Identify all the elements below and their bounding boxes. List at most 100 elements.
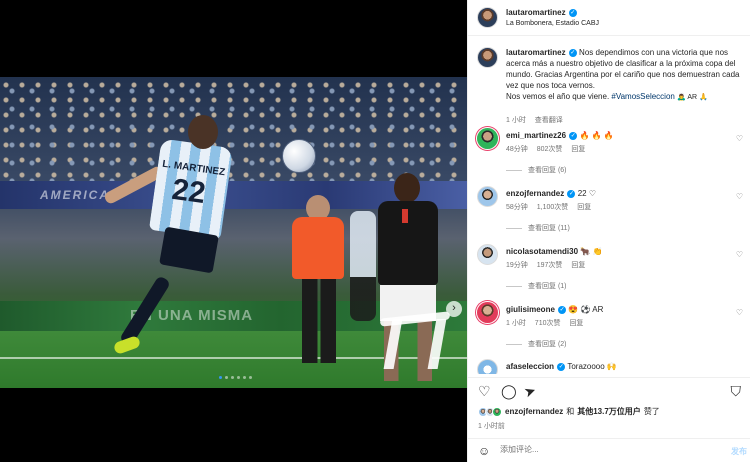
view-replies[interactable]: 查看回复 (2) (506, 339, 567, 349)
reply-button[interactable]: 回复 (571, 262, 585, 269)
comment-meta: 48分钟 802次赞 回复 (506, 144, 592, 154)
comment-text: 🔥 🔥 🔥 (579, 131, 614, 140)
post-sidebar: lautaromartinez ✓ La Bombonera, Estadio … (467, 0, 750, 462)
verified-badge-icon: ✓ (558, 305, 567, 314)
comment-meta: 1 小时 710次赞 回复 (506, 318, 590, 328)
caption-hashtag[interactable]: #VamosSeleccion (611, 92, 674, 101)
save-bookmark-icon[interactable]: ⛉ (731, 384, 742, 398)
post-comment-button[interactable]: 发布 (731, 446, 747, 457)
replies-divider (506, 169, 522, 171)
caption-avatar[interactable] (477, 47, 498, 68)
view-replies-label[interactable]: 查看回复 (11) (528, 223, 570, 233)
referee (284, 195, 354, 365)
player-shorts (159, 226, 219, 274)
caption-time: 1 小时 (506, 117, 526, 124)
player-head (188, 115, 218, 149)
peru-player-head (394, 173, 420, 203)
comment-time: 58分钟 (506, 204, 528, 211)
comment-avatar[interactable] (477, 244, 498, 265)
carousel-dot[interactable] (231, 376, 234, 379)
referee-legs (302, 279, 336, 363)
author-username[interactable]: lautaromartinez (506, 8, 566, 17)
liker-username[interactable]: enzojfernandez (505, 407, 563, 416)
media-pane: AMERICAS EN UNA MISMA L. MARTINEZ 22 › (0, 0, 467, 462)
comment-meta: 19分钟 197次赞 回复 (506, 260, 592, 270)
carousel-dot[interactable] (225, 376, 228, 379)
author-avatar[interactable] (477, 7, 498, 28)
view-replies-label[interactable]: 查看回复 (6) (528, 165, 567, 175)
watermark-logo (379, 311, 451, 371)
emoji-picker-icon[interactable]: ☺ (478, 444, 490, 458)
carousel-dot[interactable] (219, 376, 222, 379)
caption-text-block: lautaromartinez ✓ Nos dependimos con una… (506, 47, 742, 103)
view-replies[interactable]: 查看回复 (11) (506, 223, 570, 233)
comment-time: 48分钟 (506, 146, 528, 153)
reply-button[interactable]: 回复 (577, 204, 591, 211)
caption-username[interactable]: lautaromartinez (506, 48, 566, 57)
comment-input[interactable] (500, 445, 720, 454)
comment-like-heart-icon[interactable]: ♡ (736, 308, 743, 317)
carousel-dot[interactable] (237, 376, 240, 379)
comment-username[interactable]: nicolasotamendi30 (506, 247, 578, 256)
liker-avatar (492, 406, 502, 417)
comment-text-block: afaseleccion ✓ Torazoooo 🙌 (506, 361, 617, 372)
add-comment-bar: ☺ 发布 (468, 438, 750, 462)
watermark-v (383, 319, 447, 369)
reply-button[interactable]: 回复 (569, 320, 583, 327)
comment-avatar[interactable] (477, 302, 498, 323)
player-leg (118, 275, 172, 347)
comment-bubble-icon[interactable]: ◯ (501, 384, 517, 398)
comment-avatar[interactable] (477, 186, 498, 207)
replies-divider (506, 285, 522, 287)
comment-avatar[interactable] (477, 128, 498, 149)
comment-likes[interactable]: 802次赞 (537, 146, 563, 153)
comment-like-heart-icon[interactable]: ♡ (736, 134, 743, 143)
verified-badge-icon: ✓ (568, 48, 577, 57)
verified-badge-icon: ✓ (567, 189, 576, 198)
comment-row: emi_martinez26 ✓ 🔥 🔥 🔥 48分钟 802次赞 回复 查看回… (468, 126, 750, 182)
likes-summary[interactable]: enzojfernandez 和其他13.7万位用户 赞了 (478, 406, 660, 417)
view-replies-label[interactable]: 查看回复 (1) (528, 281, 567, 291)
comment-meta: 58分钟 1,100次赞 回复 (506, 202, 598, 212)
soccer-ball (282, 139, 316, 173)
comment-username[interactable]: emi_martinez26 (506, 131, 566, 140)
post-location[interactable]: La Bombonera, Estadio CABJ (506, 20, 599, 27)
instagram-post-page: AMERICAS EN UNA MISMA L. MARTINEZ 22 › l… (0, 0, 750, 462)
caption-row: lautaromartinez ✓ Nos dependimos con una… (468, 45, 750, 125)
next-image-button[interactable]: › (446, 301, 462, 317)
view-replies[interactable]: 查看回复 (6) (506, 165, 567, 175)
reply-button[interactable]: 回复 (571, 146, 585, 153)
comment-likes[interactable]: 1,100次赞 (537, 204, 569, 211)
post-photo[interactable]: AMERICAS EN UNA MISMA L. MARTINEZ 22 › (0, 77, 467, 388)
comments-area[interactable]: lautaromartinez ✓ Nos dependimos con una… (468, 37, 750, 374)
caption-line2: Nos vemos el año que viene. (506, 92, 610, 101)
view-replies[interactable]: 查看回复 (1) (506, 281, 567, 291)
likes-others[interactable]: 其他13.7万位用户 (577, 406, 641, 417)
comment-text-block: enzojfernandez ✓ 22 ♡ (506, 188, 596, 199)
verified-badge-icon: ✓ (557, 362, 566, 371)
like-heart-icon[interactable]: ♡ (478, 384, 491, 398)
see-translation-link[interactable]: 查看翻译 (535, 117, 563, 124)
comment-avatar[interactable] (477, 359, 498, 374)
verified-badge-icon: ✓ (569, 131, 578, 140)
author-block: lautaromartinez ✓ (506, 8, 577, 17)
carousel-dot[interactable] (249, 376, 252, 379)
comment-time: 1 小时 (506, 320, 526, 327)
view-replies-label[interactable]: 查看回复 (2) (528, 339, 567, 349)
comment-username[interactable]: afaseleccion (506, 362, 554, 371)
comment-username[interactable]: giulisimeone (506, 305, 555, 314)
comment-likes[interactable]: 710次赞 (535, 320, 561, 327)
comment-row: enzojfernandez ✓ 22 ♡ 58分钟 1,100次赞 回复 查看… (468, 184, 750, 240)
replies-divider (506, 227, 522, 229)
comment-username[interactable]: enzojfernandez (506, 189, 564, 198)
comment-text-block: emi_martinez26 ✓ 🔥 🔥 🔥 (506, 130, 614, 141)
comment-text-block: giulisimeone ✓ 😍 ⚽ AR (506, 304, 603, 315)
carousel-dot[interactable] (243, 376, 246, 379)
comment-likes[interactable]: 197次赞 (537, 262, 563, 269)
share-send-icon[interactable]: ➤ (522, 381, 538, 400)
verified-badge-icon: ✓ (568, 8, 577, 17)
comment-time: 19分钟 (506, 262, 528, 269)
comment-text: 🐂 👏 (580, 247, 603, 256)
comment-like-heart-icon[interactable]: ♡ (736, 250, 743, 259)
comment-like-heart-icon[interactable]: ♡ (736, 192, 743, 201)
